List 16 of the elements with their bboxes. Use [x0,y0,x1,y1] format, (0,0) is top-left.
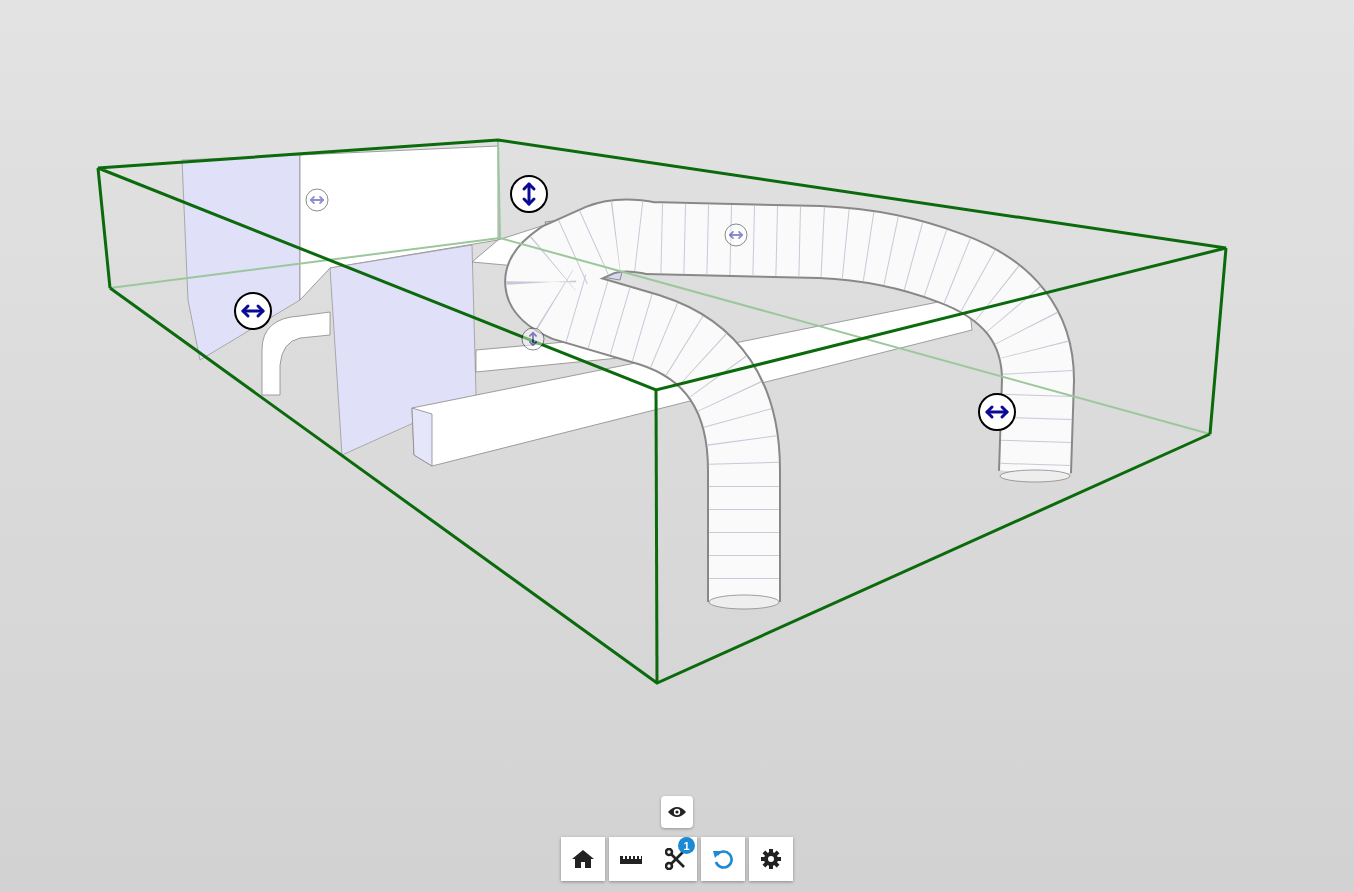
home-icon [572,850,594,868]
reset-button[interactable] [701,837,745,881]
undo-icon [713,849,733,869]
vertical-resize-handle-icon[interactable] [510,175,548,213]
scissors-icon [665,848,685,870]
horizontal-resize-handle-icon[interactable] [978,393,1016,431]
ruler-icon [620,854,642,864]
settings-icon [761,849,781,869]
measure-button[interactable] [609,837,653,881]
count-badge: 1 [678,837,695,854]
horizontal-resize-handle-icon[interactable] [234,292,272,330]
visibility-button[interactable] [661,796,693,828]
eye-icon [668,806,686,818]
section-button[interactable]: 1 [653,837,697,881]
home-button[interactable] [561,837,605,881]
settings-button[interactable] [749,837,793,881]
